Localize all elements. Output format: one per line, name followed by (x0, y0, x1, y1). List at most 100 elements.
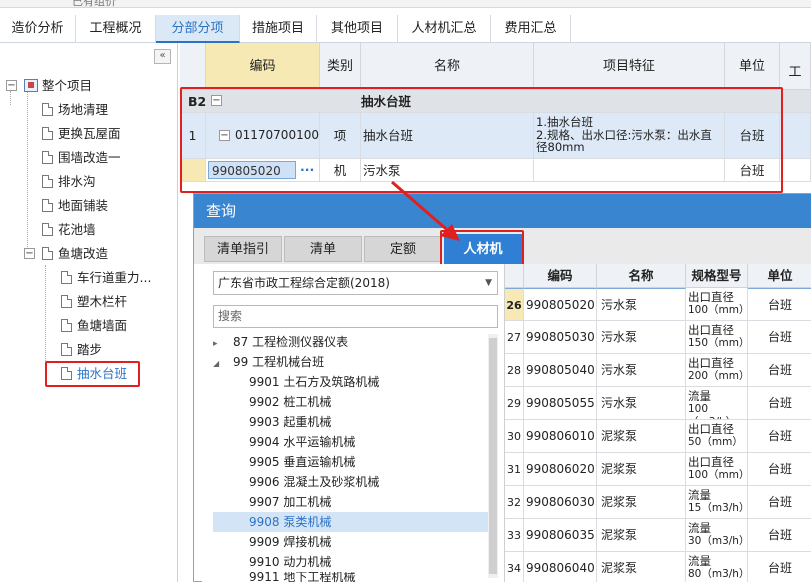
result-name[interactable]: 污水泵 (597, 387, 686, 420)
result-code[interactable]: 990805030 (524, 321, 597, 354)
category-9909[interactable]: 9909 焊接机械 (213, 532, 488, 552)
result-unit[interactable]: 台班 (748, 519, 811, 552)
category-9911[interactable]: 9911 地下工程机械 (213, 572, 488, 582)
category-9902[interactable]: 9902 桩工机械 (213, 392, 488, 412)
grid-header-code[interactable]: 编码 (206, 43, 320, 90)
result-name[interactable]: 泥浆泵 (597, 453, 686, 486)
collapse-icon[interactable]: ◢ (213, 354, 227, 374)
result-spec[interactable]: 出口直径 100（mm） (686, 453, 748, 486)
tab-project-overview[interactable]: 工程概况 (76, 15, 156, 43)
result-code[interactable]: 990805040 (524, 354, 597, 387)
result-index[interactable]: 33 (505, 519, 524, 552)
tree-child-railing[interactable]: 塑木栏杆 (61, 291, 127, 313)
result-spec[interactable]: 出口直径 100（mm） (686, 288, 748, 321)
category-9901[interactable]: 9901 土石方及筑路机械 (213, 372, 488, 392)
grid-header-feature[interactable]: 项目特征 (534, 43, 725, 90)
result-spec[interactable]: 流量 15（m3/h） (686, 486, 748, 519)
result-spec[interactable]: 出口直径 150（mm） (686, 321, 748, 354)
category-9910[interactable]: 9910 动力机械 (213, 552, 488, 572)
result-index[interactable]: 34 (505, 552, 524, 582)
category-search-input[interactable]: 搜索 (213, 305, 498, 328)
qtab-bill-guide[interactable]: 清单指引 (204, 236, 282, 262)
result-spec[interactable]: 流量 80（m3/h） (686, 552, 748, 582)
dropdown-arrow-icon[interactable]: ▼ (485, 272, 492, 294)
tree-child-pond-wall[interactable]: 鱼塘墙面 (61, 315, 127, 337)
qtab-bill[interactable]: 清单 (284, 236, 362, 262)
tree-child-steps[interactable]: 踏步 (61, 339, 102, 361)
result-unit[interactable]: 台班 (748, 453, 811, 486)
result-spec[interactable]: 出口直径 200（mm） (686, 354, 748, 387)
result-index[interactable]: 26 (505, 288, 524, 321)
tab-cost-summary[interactable]: 费用汇总 (491, 15, 571, 43)
results-header-unit[interactable]: 单位 (748, 264, 811, 288)
collapse-icon[interactable]: − (24, 248, 35, 259)
results-header-name[interactable]: 名称 (597, 264, 686, 288)
category-9907[interactable]: 9907 加工机械 (213, 492, 488, 512)
tab-labor-materials[interactable]: 人材机汇总 (398, 15, 491, 43)
result-unit[interactable]: 台班 (748, 354, 811, 387)
tree-item-paving[interactable]: 地面铺装 (42, 195, 108, 217)
result-code[interactable]: 990805020 (524, 288, 597, 321)
tree-item-roof-tiles[interactable]: 更换瓦屋面 (42, 123, 121, 145)
result-code[interactable]: 990806035 (524, 519, 597, 552)
tree-item-planter-wall[interactable]: 花池墙 (42, 219, 96, 241)
result-code[interactable]: 990806020 (524, 453, 597, 486)
category-9906[interactable]: 9906 混凝土及砂浆机械 (213, 472, 488, 492)
category-9905[interactable]: 9905 垂直运输机械 (213, 452, 488, 472)
result-unit[interactable]: 台班 (748, 387, 811, 420)
result-index[interactable]: 28 (505, 354, 524, 387)
tab-cost-analysis[interactable]: 造价分析 (0, 15, 76, 43)
grid-header-type[interactable]: 类别 (320, 43, 361, 90)
collapse-icon[interactable]: − (6, 80, 17, 91)
result-unit[interactable]: 台班 (748, 420, 811, 453)
result-unit[interactable]: 台班 (748, 321, 811, 354)
result-code[interactable]: 990806030 (524, 486, 597, 519)
category-9904[interactable]: 9904 水平运输机械 (213, 432, 488, 452)
results-header-code[interactable]: 编码 (524, 264, 597, 288)
category-9908[interactable]: 9908 泵类机械 (213, 512, 488, 532)
result-name[interactable]: 泥浆泵 (597, 420, 686, 453)
result-spec[interactable]: 流量100（m3/h） (686, 387, 748, 420)
result-index[interactable]: 31 (505, 453, 524, 486)
result-name[interactable]: 泥浆泵 (597, 519, 686, 552)
result-code[interactable]: 990806040 (524, 552, 597, 582)
tree-item-drainage-ditch[interactable]: 排水沟 (42, 171, 96, 193)
tree-item-pond[interactable]: − 鱼塘改造 (24, 243, 108, 265)
category-scrollbar[interactable] (488, 334, 498, 578)
category-9903[interactable]: 9903 起重机械 (213, 412, 488, 432)
grid-header-name[interactable]: 名称 (361, 43, 534, 90)
category-87[interactable]: ▸ 87 工程检测仪器仪表 (213, 332, 488, 352)
grid-header-unit[interactable]: 单位 (725, 43, 780, 90)
scrollbar-thumb[interactable] (489, 338, 497, 574)
result-name[interactable]: 污水泵 (597, 288, 686, 321)
qtab-quota[interactable]: 定额 (364, 236, 442, 262)
category-99[interactable]: ◢ 99 工程机械台班 (213, 352, 488, 372)
result-code[interactable]: 990805055 (524, 387, 597, 420)
tab-sub-items[interactable]: 分部分项 (156, 15, 240, 43)
expand-icon[interactable]: ▸ (213, 334, 227, 354)
result-name[interactable]: 泥浆泵 (597, 486, 686, 519)
tree-root[interactable]: − 整个项目 (6, 75, 92, 97)
results-header-spec[interactable]: 规格型号 (686, 264, 748, 288)
tree-item-wall-renovation[interactable]: 围墙改造一 (42, 147, 121, 169)
tab-other-items[interactable]: 其他项目 (317, 15, 398, 43)
tree-child-driveway[interactable]: 车行道重力... (61, 267, 151, 289)
tab-measures[interactable]: 措施项目 (240, 15, 317, 43)
result-unit[interactable]: 台班 (748, 288, 811, 321)
result-index[interactable]: 30 (505, 420, 524, 453)
tree-item-site-clearing[interactable]: 场地清理 (42, 99, 108, 121)
result-spec[interactable]: 出口直径 50（mm） (686, 420, 748, 453)
collapse-panel-button[interactable]: « (154, 49, 171, 64)
result-name[interactable]: 泥浆泵 (597, 552, 686, 582)
result-unit[interactable]: 台班 (748, 486, 811, 519)
result-unit[interactable]: 台班 (748, 552, 811, 582)
result-index[interactable]: 29 (505, 387, 524, 420)
result-index[interactable]: 32 (505, 486, 524, 519)
result-spec[interactable]: 流量 30（m3/h） (686, 519, 748, 552)
result-name[interactable]: 污水泵 (597, 321, 686, 354)
result-code[interactable]: 990806010 (524, 420, 597, 453)
quota-library-select[interactable]: 广东省市政工程综合定额(2018) ▼ (213, 271, 498, 295)
result-name[interactable]: 污水泵 (597, 354, 686, 387)
grid-header-extra[interactable]: 工 (780, 43, 811, 90)
result-index[interactable]: 27 (505, 321, 524, 354)
